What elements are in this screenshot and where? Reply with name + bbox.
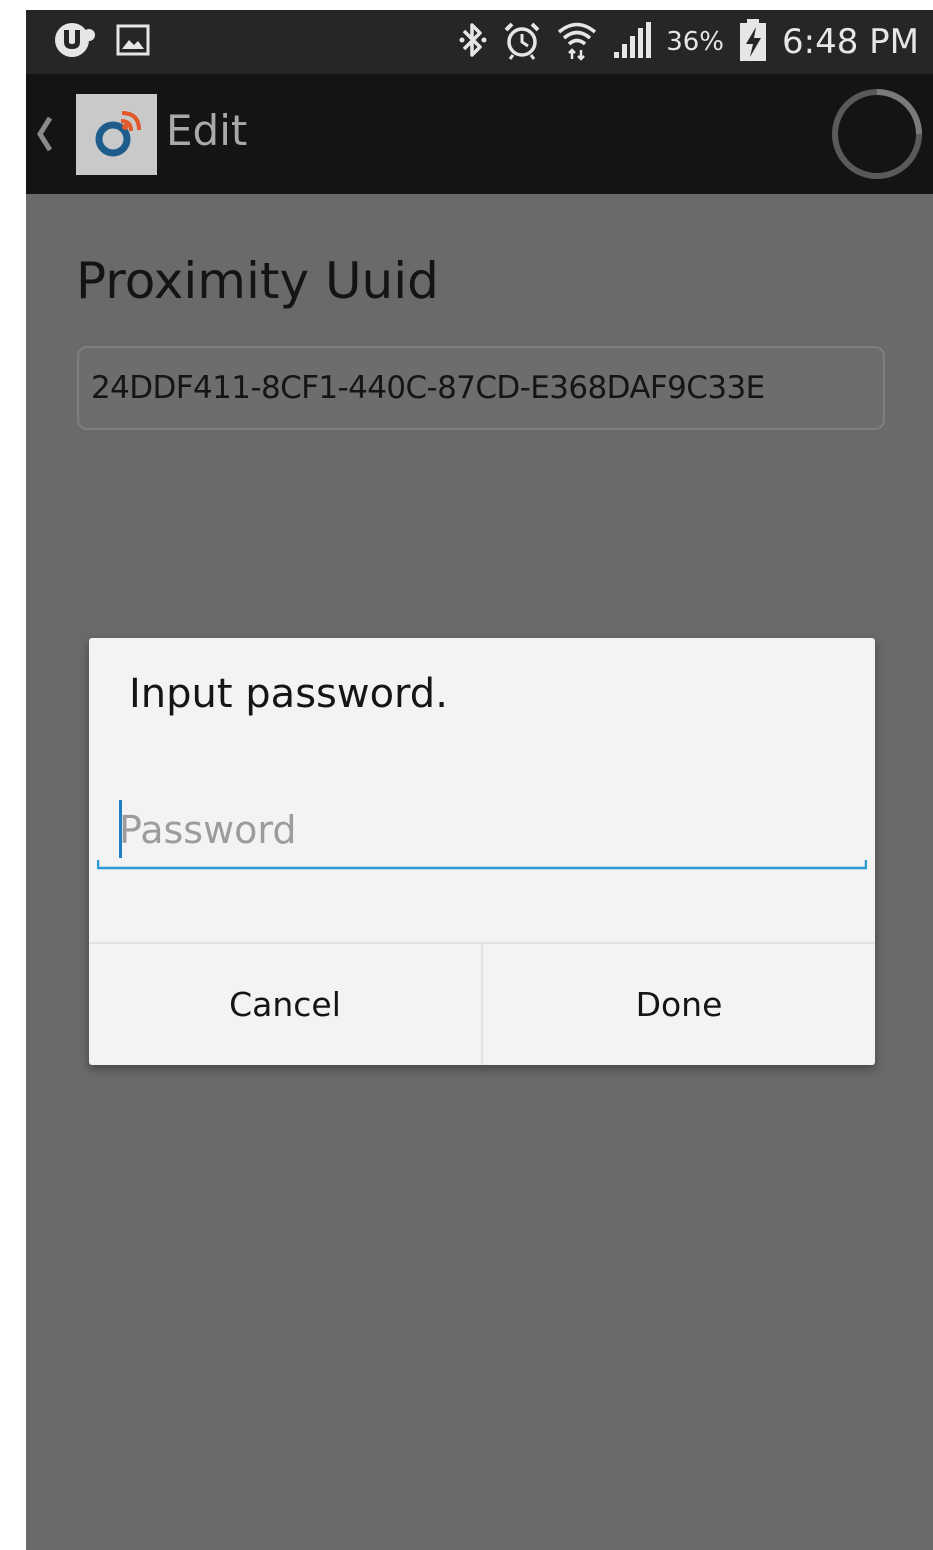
app-logo-icon[interactable] (76, 94, 157, 175)
done-button[interactable]: Done (483, 944, 875, 1065)
dialog-title: Input password. (129, 671, 448, 717)
text-cursor (119, 800, 122, 858)
password-dialog: Input password. Cancel Done (89, 638, 875, 1065)
password-underline (97, 860, 867, 870)
back-chevron-icon[interactable] (34, 104, 54, 164)
password-input[interactable] (119, 804, 839, 856)
bluetooth-icon (458, 20, 488, 64)
loading-spinner-icon (829, 86, 925, 182)
gallery-notification-icon (116, 24, 150, 60)
alarm-icon (502, 20, 542, 64)
action-bar: Edit (26, 74, 933, 194)
notification-app-icon (50, 20, 98, 64)
proximity-uuid-label: Proximity Uuid (76, 252, 439, 310)
cancel-button[interactable]: Cancel (89, 944, 481, 1065)
signal-icon (612, 20, 652, 64)
phone-screen: 36% 6:48 PM Edit Proximity Uuid 24DDF411… (26, 10, 933, 1550)
status-time: 6:48 PM (782, 22, 919, 62)
status-bar: 36% 6:48 PM (26, 10, 933, 74)
battery-charging-icon (738, 18, 768, 66)
uuid-input[interactable]: 24DDF411-8CF1-440C-87CD-E368DAF9C33E (77, 346, 885, 430)
action-bar-title: Edit (166, 106, 248, 155)
password-field[interactable] (97, 790, 867, 870)
battery-percent: 36% (666, 27, 724, 57)
uuid-value: 24DDF411-8CF1-440C-87CD-E368DAF9C33E (91, 370, 765, 406)
wifi-icon (556, 19, 598, 65)
dialog-button-row: Cancel Done (89, 942, 875, 1065)
